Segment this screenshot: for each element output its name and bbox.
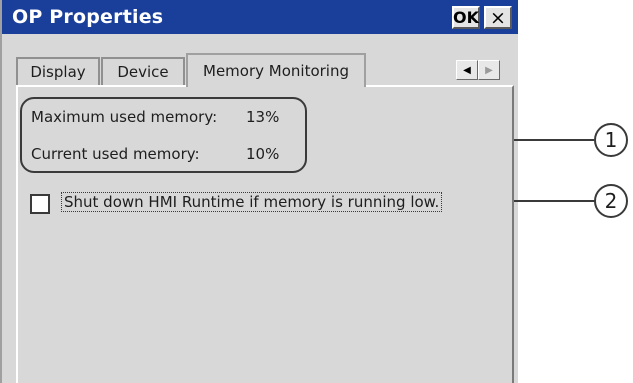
chevron-left-icon: ◀: [463, 64, 471, 76]
tab-scroll-left-button[interactable]: ◀: [456, 60, 478, 80]
current-used-memory-label: Current used memory:: [31, 145, 200, 163]
close-button[interactable]: ×: [484, 6, 512, 29]
chevron-right-icon: ▶: [485, 64, 493, 76]
callout-marker-1: 1: [594, 123, 628, 157]
tab-display[interactable]: Display: [16, 57, 100, 85]
title-bar: OP Properties OK ×: [2, 0, 518, 34]
ok-button[interactable]: OK: [452, 6, 480, 29]
close-icon: ×: [490, 6, 506, 29]
tab-scroll-right-button[interactable]: ▶: [478, 60, 500, 80]
shutdown-checkbox-label[interactable]: Shut down HMI Runtime if memory is runni…: [61, 192, 443, 212]
callout-marker-2: 2: [594, 184, 628, 218]
max-used-memory-label: Maximum used memory:: [31, 108, 218, 126]
shutdown-checkbox[interactable]: [30, 194, 50, 214]
tab-device[interactable]: Device: [101, 57, 185, 85]
window-title: OP Properties: [12, 6, 164, 28]
tab-scroll-arrows: ◀ ▶: [456, 60, 500, 80]
max-used-memory-value: 13%: [246, 108, 280, 126]
tab-memory-monitoring[interactable]: Memory Monitoring: [186, 53, 366, 87]
current-used-memory-value: 10%: [246, 145, 280, 163]
